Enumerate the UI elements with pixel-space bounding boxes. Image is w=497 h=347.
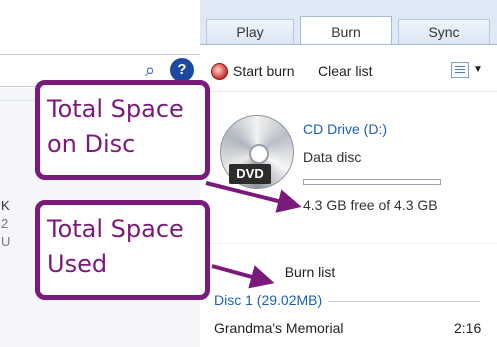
- disc-group-header[interactable]: Disc 1 (29.02MB): [214, 292, 322, 308]
- clear-list-button[interactable]: Clear list: [318, 63, 372, 79]
- left-pane-text-fragment: K: [1, 198, 10, 213]
- burn-list-title: Burn list: [284, 264, 336, 280]
- disc-info-panel: DVD CD Drive (D:) Data disc 4.3 GB free …: [200, 93, 497, 243]
- free-space-text: 4.3 GB free of 4.3 GB: [303, 197, 438, 213]
- left-pane-text-fragment: U: [1, 234, 11, 249]
- dvd-badge: DVD: [229, 164, 271, 184]
- capacity-bar: [303, 179, 441, 185]
- callout-line: on Disc: [47, 130, 136, 158]
- drive-name-link[interactable]: CD Drive (D:): [303, 121, 387, 137]
- callout-total-space-used: Total Space Used: [35, 200, 210, 300]
- tab-sync[interactable]: Sync: [398, 19, 490, 44]
- left-pane-header: [0, 0, 200, 44]
- callout-line: Used: [47, 250, 108, 278]
- tab-strip: Play Burn Sync: [200, 0, 497, 45]
- burn-icon[interactable]: [211, 63, 228, 80]
- tab-burn[interactable]: Burn: [300, 16, 392, 45]
- burn-list-panel: Burn list Disc 1 (29.02MB) Grandma's Mem…: [200, 243, 497, 347]
- tab-play[interactable]: Play: [206, 19, 294, 44]
- burn-toolbar: Start burn Clear list ▼: [200, 44, 497, 92]
- track-duration: 2:16: [454, 320, 482, 336]
- disc-group-divider: [328, 301, 480, 302]
- callout-line: Total Space: [47, 215, 184, 243]
- callout-line: Total Space: [47, 95, 184, 123]
- left-pane-text-fragment: 2: [1, 216, 9, 231]
- help-icon[interactable]: ?: [170, 58, 194, 82]
- list-item[interactable]: Grandma's Memorial 2:16: [200, 316, 497, 340]
- disc-type: Data disc: [303, 149, 362, 165]
- start-burn-button[interactable]: Start burn: [233, 63, 294, 79]
- track-title: Grandma's Memorial: [214, 320, 344, 336]
- search-icon[interactable]: ⌕: [145, 60, 155, 81]
- list-options-icon[interactable]: [451, 62, 469, 78]
- callout-total-space-on-disc: Total Space on Disc: [35, 80, 210, 180]
- list-options-dropdown-icon[interactable]: ▼: [473, 64, 483, 75]
